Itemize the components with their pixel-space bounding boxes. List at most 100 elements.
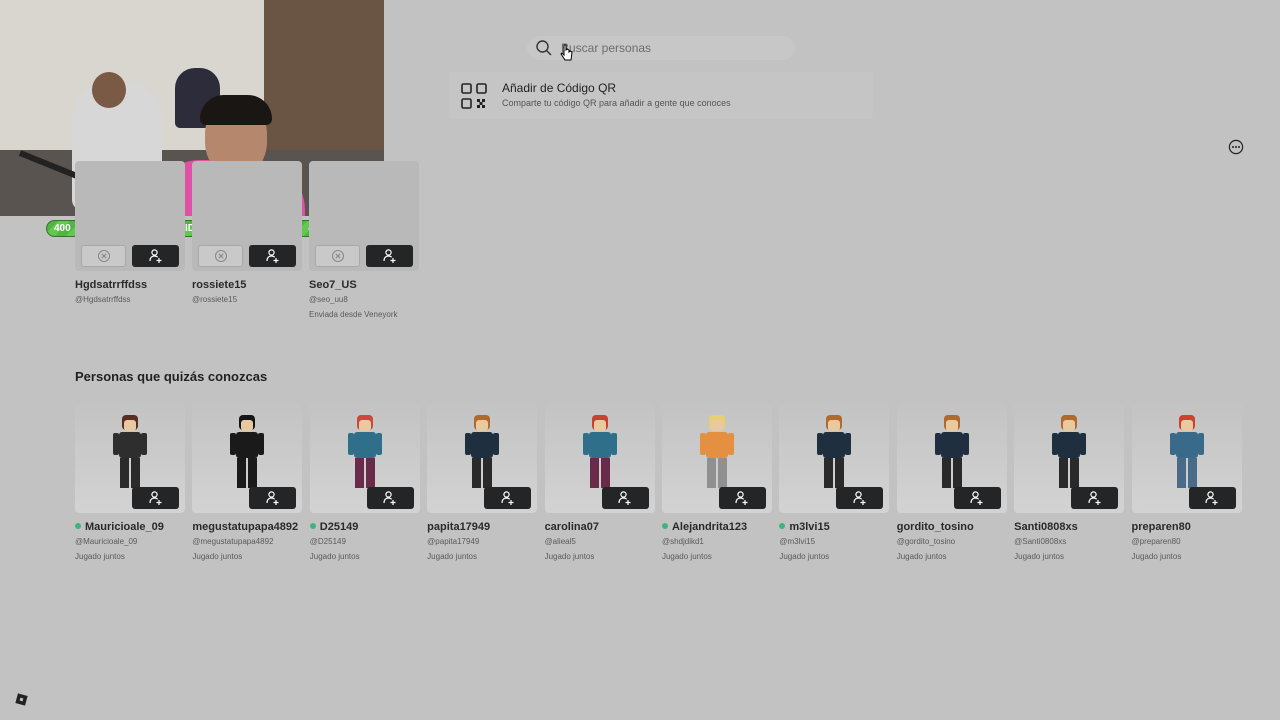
person-relation: Jugado juntos	[309, 552, 360, 561]
suggested-person-card[interactable]: D25149 @D25149 Jugado juntos	[309, 403, 420, 561]
add-friend-button[interactable]	[836, 487, 884, 509]
add-friend-icon	[265, 249, 278, 263]
add-friend-button[interactable]	[1188, 487, 1236, 509]
person-display-name[interactable]: Alejandrita123	[661, 521, 772, 533]
person-relation: Jugado juntos	[1131, 552, 1182, 561]
avatar-figure	[465, 415, 500, 488]
suggested-person-card[interactable]: papita17949 @papita17949 Jugado juntos	[427, 403, 538, 561]
add-friend-icon	[1205, 491, 1218, 505]
person-name-text: megustatupapa4892	[192, 521, 299, 533]
suggested-person-card[interactable]: Mauricioale_09 @Mauricioale_09 Jugado junt…	[75, 403, 185, 561]
person-username: @megustatupapa4892	[192, 537, 274, 546]
avatar-figure	[1052, 415, 1087, 488]
person-display-name[interactable]: papita17949	[427, 521, 537, 533]
decline-request-button[interactable]	[81, 245, 126, 267]
person-display-name[interactable]: D25149	[309, 521, 420, 533]
online-status-icon	[661, 523, 668, 529]
decline-request-button[interactable]	[198, 245, 243, 267]
person-display-name[interactable]: preparen80	[1132, 521, 1242, 533]
person-relation: Jugado juntos	[661, 552, 712, 561]
person-name-text: m3lvi15	[789, 521, 830, 533]
person-avatar[interactable]	[192, 403, 303, 513]
person-display-name[interactable]: m3lvi15	[779, 521, 889, 533]
add-friend-button[interactable]	[1071, 487, 1119, 509]
person-username: @gordito_tosino	[896, 537, 956, 546]
add-friend-button[interactable]	[953, 487, 1001, 509]
add-friend-icon	[148, 249, 161, 263]
person-name-text: Alejandrita123	[671, 521, 748, 533]
suggested-person-card[interactable]: megustatupapa4892 @megustatupapa4892 Jugad…	[192, 403, 303, 561]
mouse-cursor-icon	[560, 44, 573, 61]
suggestions-list: Mauricioale_09 @Mauricioale_09 Jugado junt…	[75, 403, 1242, 561]
add-friend-icon	[970, 491, 983, 505]
avatar-figure	[230, 415, 265, 488]
person-display-name[interactable]: megustatupapa4892	[192, 521, 302, 533]
person-avatar[interactable]	[661, 403, 772, 513]
avatar-figure	[582, 415, 617, 488]
add-friend-icon	[1088, 491, 1101, 505]
request-display-name[interactable]: Seo7_US	[309, 279, 419, 291]
accept-request-button[interactable]	[132, 245, 179, 267]
avatar-figure	[699, 415, 734, 488]
decline-icon	[97, 249, 110, 263]
add-friend-button[interactable]	[366, 487, 414, 509]
avatar-figure	[347, 415, 382, 488]
request-display-name[interactable]: rossiete15	[192, 279, 302, 291]
person-avatar[interactable]	[1131, 403, 1242, 513]
request-username: @rossiete15	[192, 295, 238, 304]
person-avatar[interactable]	[309, 403, 420, 513]
person-avatar[interactable]	[1014, 403, 1125, 513]
request-avatar[interactable]	[309, 161, 419, 271]
suggested-person-card[interactable]: gordito_tosino @gordito_tosino Jugado junt…	[896, 403, 1007, 561]
add-friend-button[interactable]	[484, 487, 532, 509]
person-relation: Jugado juntos	[779, 552, 830, 561]
suggestions-title: Personas que quizás conozcas	[75, 369, 268, 384]
request-avatar[interactable]	[192, 161, 302, 271]
search-input[interactable]	[559, 40, 783, 56]
person-username: @Mauricioale_09	[75, 537, 138, 546]
person-relation: Jugado juntos	[896, 552, 947, 561]
person-name-text: Mauricioale_09	[85, 521, 164, 533]
friend-request-card[interactable]: rossiete15 @rossiete15	[192, 161, 302, 310]
roblox-logo-icon[interactable]	[15, 693, 28, 706]
person-display-name[interactable]: Santi0808xs	[1014, 521, 1124, 533]
add-friend-icon	[618, 491, 631, 505]
request-display-name[interactable]: Hgdsatrrffdss	[75, 279, 185, 291]
accept-request-button[interactable]	[366, 245, 413, 267]
suggested-person-card[interactable]: m3lvi15 @m3lvi15 Jugado juntos	[779, 403, 890, 561]
qr-code-add-card[interactable]: Añadir de Código QR Comparte tu código Q…	[449, 72, 873, 119]
add-friend-button[interactable]	[601, 487, 649, 509]
request-avatar[interactable]	[75, 161, 185, 271]
suggested-person-card[interactable]: carolina07 @alieal5 Jugado juntos	[544, 403, 655, 561]
person-display-name[interactable]: carolina07	[545, 521, 655, 533]
person-avatar[interactable]	[75, 403, 185, 513]
add-friend-button[interactable]	[718, 487, 766, 509]
avatar-figure	[934, 415, 969, 488]
person-relation: Jugado juntos	[544, 552, 595, 561]
more-options-icon[interactable]	[1228, 139, 1244, 155]
person-display-name[interactable]: Mauricioale_09	[75, 521, 185, 533]
person-avatar[interactable]	[544, 403, 655, 513]
suggested-person-card[interactable]: Alejandrita123 @shdjdikd1 Jugado juntos	[661, 403, 772, 561]
person-username: @Santi0808xs	[1014, 537, 1067, 546]
accept-request-button[interactable]	[249, 245, 296, 267]
suggested-person-card[interactable]: Santi0808xs @Santi0808xs Jugado juntos	[1014, 403, 1125, 561]
suggested-person-card[interactable]: preparen80 @preparen80 Jugado juntos	[1131, 403, 1242, 561]
friend-request-card[interactable]: Hgdsatrrffdss @Hgdsatrrffdss	[75, 161, 185, 310]
add-friend-icon	[382, 249, 395, 263]
person-username: @preparen80	[1131, 537, 1181, 546]
person-avatar[interactable]	[896, 403, 1007, 513]
add-friend-button[interactable]	[132, 487, 179, 509]
person-username: @alieal5	[544, 537, 576, 546]
friend-request-card[interactable]: Seo7_US @seo_uu8 Enviada desde Veneyork	[309, 161, 419, 319]
person-avatar[interactable]	[779, 403, 890, 513]
avatar-figure	[817, 415, 852, 488]
decline-request-button[interactable]	[315, 245, 360, 267]
add-friend-button[interactable]	[249, 487, 297, 509]
person-relation: Jugado juntos	[427, 552, 477, 561]
person-display-name[interactable]: gordito_tosino	[897, 521, 1007, 533]
person-relation: Jugado juntos	[1014, 552, 1064, 561]
person-avatar[interactable]	[427, 403, 538, 513]
online-status-icon	[779, 523, 786, 529]
avatar-figure	[113, 415, 147, 488]
